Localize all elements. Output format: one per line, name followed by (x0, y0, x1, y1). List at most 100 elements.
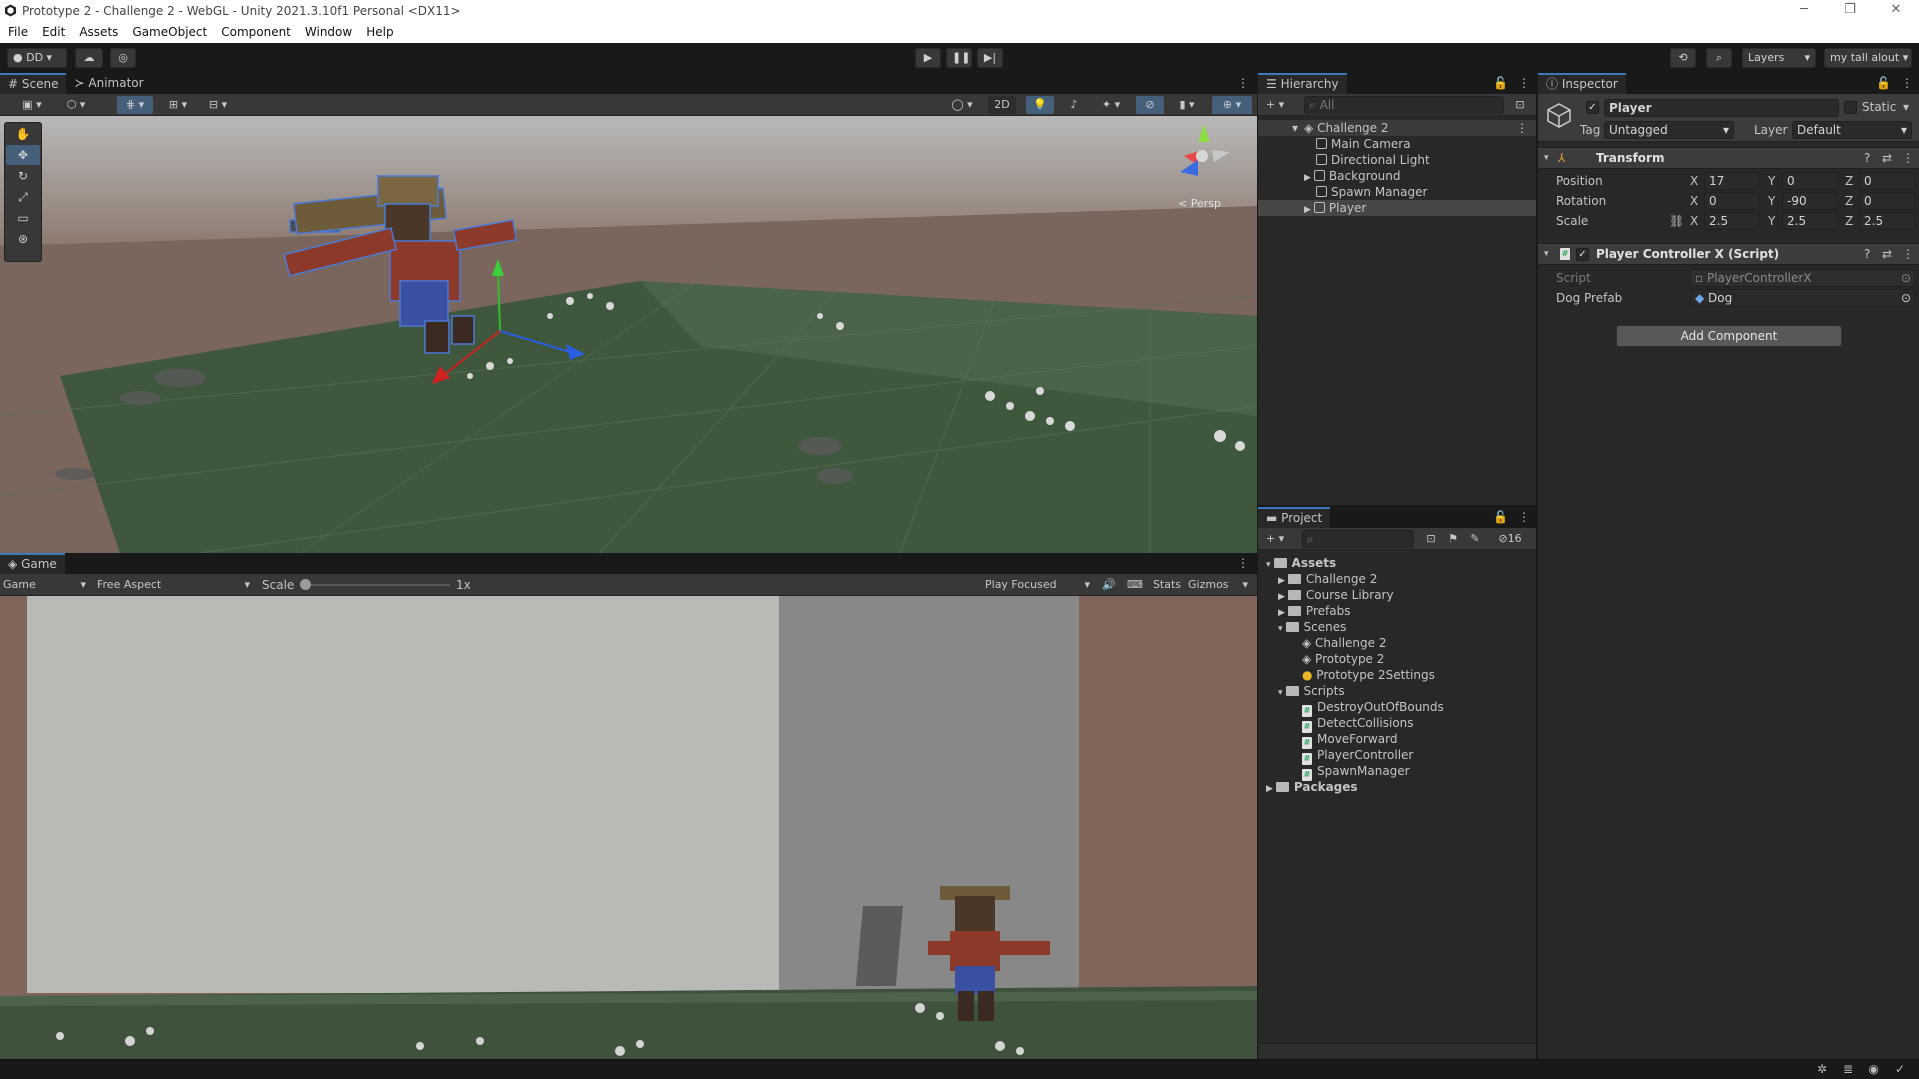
folder-course-library[interactable]: ▶ Course Library (1278, 587, 1394, 603)
scale-x-input[interactable]: 2.5 (1704, 212, 1760, 230)
draw-mode-icon[interactable]: ▣ ▾ (14, 96, 50, 114)
hierarchy-item-directional-light[interactable]: Directional Light (1316, 152, 1430, 168)
scene-viewport[interactable]: < Persp ✋ ✥ ↻ ⤢ ▭ ⊛ (0, 116, 1257, 553)
favorite-icon[interactable]: ✎ (1466, 530, 1484, 548)
hierarchy-item-spawn-manager[interactable]: Spawn Manager (1316, 184, 1427, 200)
close-icon[interactable]: ✕ (1873, 0, 1919, 22)
object-picker-icon[interactable]: ⊙ (1901, 290, 1911, 306)
gizmos-icon[interactable]: ⊕ ▾ (1212, 96, 1252, 114)
constrain-proportions-icon[interactable]: ⛓ (1669, 212, 1684, 230)
increment-snap-icon[interactable]: ⊞ ▾ (160, 96, 196, 114)
asset-scene-challenge-2[interactable]: ◈ Challenge 2 (1302, 635, 1387, 651)
asset-scene-prototype-2[interactable]: ◈ Prototype 2 (1302, 651, 1384, 667)
hand-tool-icon[interactable]: ✋ (6, 124, 40, 144)
static-dropdown[interactable]: ▾ (1903, 98, 1909, 116)
active-checkbox[interactable]: ✓ (1586, 101, 1599, 114)
mute-audio-icon[interactable]: 🔊 (1098, 576, 1120, 594)
tab-project[interactable]: ▬ Project (1258, 507, 1331, 528)
transform-tool-icon[interactable]: ⊛ (6, 229, 40, 249)
tag-dropdown[interactable]: Untagged ▾ (1604, 121, 1734, 139)
position-z-input[interactable]: 0 (1859, 172, 1915, 190)
separator[interactable] (1257, 73, 1258, 1059)
network-icon[interactable]: ◉ (1869, 1062, 1879, 1076)
position-x-input[interactable]: 17 (1704, 172, 1760, 190)
lock-icon[interactable]: 🔓 (1489, 73, 1512, 94)
visibility-icon[interactable]: ⊘ (1136, 96, 1164, 114)
scale-slider-handle[interactable] (300, 579, 311, 590)
scene-options-icon[interactable]: ⋮ (1516, 120, 1528, 136)
search-by-label-icon[interactable]: ⚑ (1444, 530, 1462, 548)
asset-script-detectcollisions[interactable]: # DetectCollisions (1302, 715, 1414, 733)
audio-icon[interactable]: ♪ (1062, 96, 1086, 114)
database-icon[interactable]: ≣ (1843, 1062, 1853, 1076)
menu-edit[interactable]: Edit (42, 22, 65, 43)
2d-toggle[interactable]: 2D (988, 96, 1016, 114)
project-menu-icon[interactable]: ⋮ (1512, 507, 1536, 528)
preset-icon[interactable]: ⇄ (1882, 245, 1892, 263)
camera-icon[interactable]: ▮ ▾ (1170, 96, 1204, 114)
tab-animator[interactable]: ≻ Animator (66, 73, 151, 94)
help-icon[interactable]: ? (1864, 245, 1870, 263)
dog-prefab-field[interactable]: ◆ Dog ⊙ (1690, 289, 1915, 307)
grid-snap-icon[interactable]: ⋕ ▾ (117, 96, 153, 114)
object-name-input[interactable]: Player (1604, 99, 1839, 117)
hierarchy-item-player[interactable]: ▶ Player (1258, 200, 1536, 216)
effects-icon[interactable]: ✦ ▾ (1094, 96, 1128, 114)
collapse-arrow-icon[interactable]: ▾ (1544, 149, 1549, 167)
preset-icon[interactable]: ⇄ (1882, 149, 1892, 167)
folder-scripts[interactable]: ▾ Scripts (1278, 683, 1345, 699)
rotate-tool-icon[interactable]: ↻ (6, 166, 40, 186)
asset-script-destroyoutofbounds[interactable]: # DestroyOutOfBounds (1302, 699, 1444, 717)
search-by-type-icon[interactable]: ⊡ (1422, 530, 1440, 548)
help-icon[interactable]: ? (1864, 149, 1870, 167)
tab-hierarchy[interactable]: ☰ Hierarchy (1258, 73, 1347, 94)
hidden-packages-icon[interactable]: ⊘16 (1490, 530, 1530, 548)
move-tool-icon[interactable]: ✥ (6, 145, 40, 165)
check-icon[interactable]: ✓ (1895, 1062, 1905, 1076)
static-checkbox[interactable] (1844, 101, 1857, 114)
tab-game[interactable]: ◈ Game (0, 553, 65, 574)
lock-icon[interactable]: 🔓 (1872, 73, 1895, 94)
component-menu-icon[interactable]: ⋮ (1902, 245, 1914, 263)
game-viewport[interactable] (0, 596, 1257, 1059)
tab-inspector[interactable]: ⓘ Inspector (1538, 73, 1626, 94)
menu-help[interactable]: Help (366, 22, 393, 43)
bug-icon[interactable]: ✲ (1817, 1062, 1827, 1076)
menu-gameobject[interactable]: GameObject (132, 22, 207, 43)
component-menu-icon[interactable]: ⋮ (1902, 149, 1914, 167)
create-button[interactable]: + ▾ (1262, 96, 1288, 114)
create-asset-button[interactable]: + ▾ (1262, 530, 1288, 548)
restore-icon[interactable]: ❐ (1827, 0, 1873, 22)
rotation-x-input[interactable]: 0 (1704, 192, 1760, 210)
rotation-z-input[interactable]: 0 (1859, 192, 1915, 210)
scale-slider[interactable] (305, 584, 450, 586)
hierarchy-search-input[interactable]: ⌕ All (1304, 96, 1504, 114)
display-dropdown[interactable]: Game ▾ (3, 576, 89, 594)
folder-packages[interactable]: ▶ Packages (1266, 779, 1358, 795)
layer-dropdown[interactable]: Default ▾ (1792, 121, 1912, 139)
lock-icon[interactable]: 🔓 (1489, 507, 1512, 528)
hierarchy-menu-icon[interactable]: ⋮ (1512, 73, 1536, 94)
separator[interactable] (1536, 73, 1538, 1059)
keyboard-icon[interactable]: ⌨ (1124, 576, 1146, 594)
search-icon[interactable]: ⌕ (1706, 48, 1732, 68)
rotation-y-input[interactable]: -90 (1782, 192, 1838, 210)
pause-button[interactable]: ❚❚ (946, 48, 972, 68)
minimize-icon[interactable]: ─ (1781, 0, 1827, 22)
layout-dropdown[interactable]: my tall alout ▾ (1824, 48, 1912, 68)
inspector-menu-icon[interactable]: ⋮ (1895, 73, 1919, 94)
render-mode-icon[interactable]: ⬡ ▾ (58, 96, 94, 114)
shading-icon[interactable]: ◯ ▾ (945, 96, 979, 114)
folder-assets[interactable]: ▾ Assets (1266, 555, 1336, 571)
hierarchy-item-main-camera[interactable]: Main Camera (1316, 136, 1411, 152)
asset-lighting-settings[interactable]: ● Prototype 2Settings (1302, 667, 1435, 683)
asset-script-moveforward[interactable]: # MoveForward (1302, 731, 1397, 749)
menu-component[interactable]: Component (221, 22, 291, 43)
menu-assets[interactable]: Assets (79, 22, 118, 43)
collapse-arrow-icon[interactable]: ▾ (1544, 245, 1549, 263)
folder-scenes[interactable]: ▾ Scenes (1278, 619, 1346, 635)
layers-dropdown[interactable]: Layers ▾ (1742, 48, 1816, 68)
scale-z-input[interactable]: 2.5 (1859, 212, 1915, 230)
account-dropdown[interactable]: ● DD ▾ (7, 48, 67, 68)
scale-y-input[interactable]: 2.5 (1782, 212, 1838, 230)
